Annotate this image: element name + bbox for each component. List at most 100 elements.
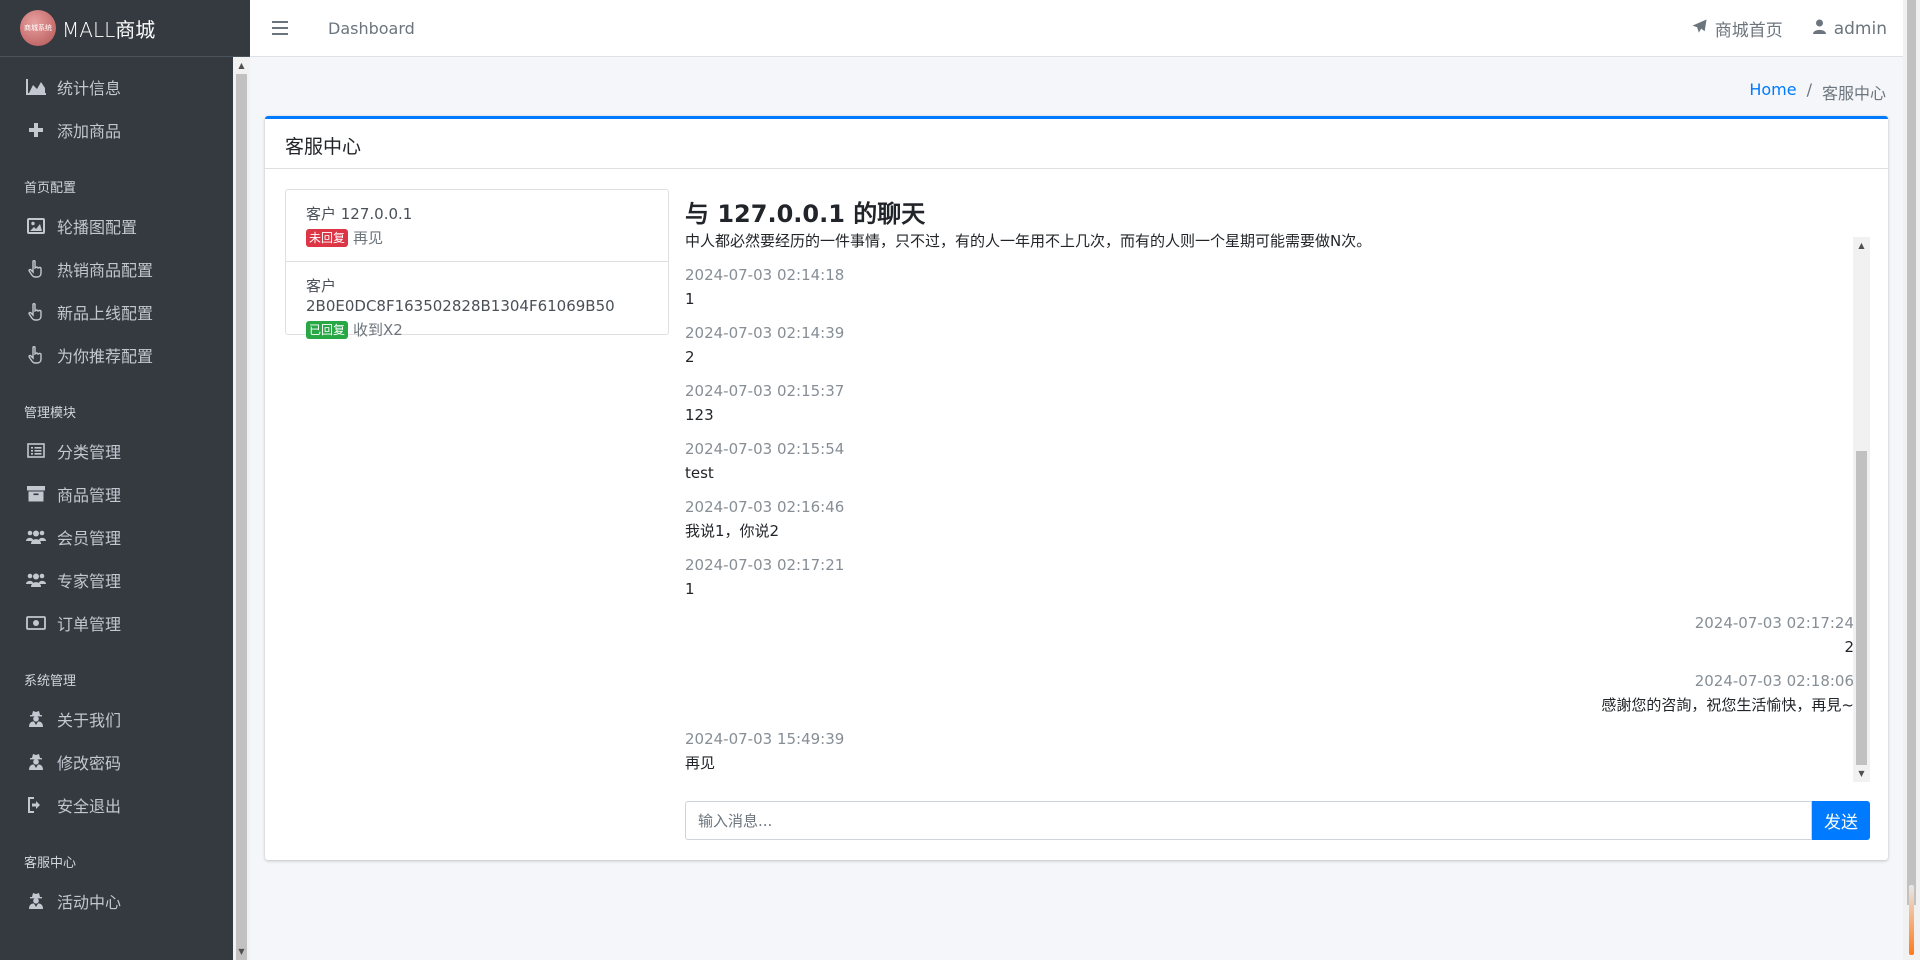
sidebar-item[interactable]: 修改密码 xyxy=(0,740,250,783)
message-text: 感謝您的咨詢，祝您生活愉快，再見~ xyxy=(1601,696,1854,714)
sidebar-section-header: 客服中心 xyxy=(24,856,77,871)
scroll-down-arrow-icon[interactable]: ▼ xyxy=(1853,765,1870,782)
sidebar-scrollbar[interactable]: ▲ ▼ xyxy=(233,57,250,960)
mall-home-label: 商城首页 xyxy=(1714,21,1783,41)
client-name: 客户 127.0.0.1 xyxy=(306,205,413,223)
sidebar-item-label: 关于我们 xyxy=(57,710,122,730)
client-last-message: 收到X2 xyxy=(353,321,403,339)
nav-dashboard-link[interactable]: Dashboard xyxy=(328,19,415,38)
sidebar-menu-scroll: 统计信息 添加商品 首页配置 轮播图配置 热销商品配置 新品上线配置 为你推荐配置 管理模块分… xyxy=(0,57,250,960)
sidebar-item[interactable]: 统计信息 xyxy=(0,65,250,108)
sidebar-item[interactable]: 活动中心 xyxy=(0,879,250,922)
message-timestamp: 2024-07-03 02:15:37 xyxy=(685,382,845,400)
message-input[interactable] xyxy=(685,801,1812,840)
client-last-message: 再见 xyxy=(353,229,384,247)
brand-logo: 商城系统 xyxy=(20,10,56,46)
customer-service-card: 客服中心 客户 127.0.0.1 未回复 再见 客户 2B0E0DC8F163502… xyxy=(265,116,1888,860)
hand-pointer-icon xyxy=(24,302,48,321)
user-icon xyxy=(1812,19,1826,38)
sidebar-item[interactable]: 安全退出 xyxy=(0,783,250,826)
send-button[interactable]: 发送 xyxy=(1812,801,1870,840)
message-text: 我说1，你说2 xyxy=(685,522,780,540)
scroll-down-arrow-icon[interactable]: ▼ xyxy=(233,943,250,960)
chat-scrollbar[interactable]: ▲ ▼ xyxy=(1853,237,1870,782)
user-menu[interactable]: admin xyxy=(1812,19,1887,39)
chat-message-sent: 2024-07-03 02:18:06 感謝您的咨詢，祝您生活愉快，再見~ xyxy=(685,671,1854,715)
plus-icon xyxy=(24,122,48,137)
sidebar-item[interactable]: 添加商品 xyxy=(0,108,250,151)
menu-toggle-icon[interactable] xyxy=(272,21,288,35)
page-scrollbar[interactable] xyxy=(1903,0,1920,960)
sidebar-item-label: 分类管理 xyxy=(57,442,122,462)
reply-status-badge: 未回复 xyxy=(306,228,349,247)
chat-messages[interactable]: 中人都必然要经历的一件事情，只不过，有的人一年用不上几次，而有的人则一个星期可能… xyxy=(685,231,1874,782)
sidebar-item[interactable]: 订单管理 xyxy=(0,601,250,644)
user-secret-icon xyxy=(24,753,48,770)
message-text: 再见 xyxy=(685,754,716,772)
hand-pointer-icon xyxy=(24,345,48,364)
chat-message-received: 2024-07-03 02:14:18 1 xyxy=(685,265,1854,309)
sidebar-section-header: 管理模块 xyxy=(24,406,77,421)
sidebar-item-label: 添加商品 xyxy=(57,121,122,141)
breadcrumb-home-link[interactable]: Home xyxy=(1749,80,1796,104)
chat-message-received: 2024-07-03 02:17:21 1 xyxy=(685,555,1854,599)
breadcrumb: Home / 客服中心 xyxy=(1749,80,1886,104)
message-timestamp: 2024-07-03 02:17:21 xyxy=(685,556,845,574)
users-icon xyxy=(24,529,48,544)
sidebar-item[interactable]: 热销商品配置 xyxy=(0,247,250,290)
sidebar-menu: 统计信息 添加商品 首页配置 轮播图配置 热销商品配置 新品上线配置 为你推荐配置 管理模块分… xyxy=(0,57,250,922)
sidebar-item[interactable]: 轮播图配置 xyxy=(0,204,250,247)
client-summary: 未回复 再见 xyxy=(306,227,648,248)
sidebar-item[interactable]: 商品管理 xyxy=(0,472,250,515)
chat-message-text: 中人都必然要经历的一件事情，只不过，有的人一年用不上几次，而有的人则一个星期可能… xyxy=(685,232,1372,250)
sign-out-icon xyxy=(24,796,48,813)
sidebar-item-label: 热销商品配置 xyxy=(57,260,154,280)
scroll-indicator xyxy=(1909,885,1914,955)
mall-home-link[interactable]: 商城首页 xyxy=(1692,16,1783,41)
list-alt-icon xyxy=(24,443,48,458)
sidebar-item[interactable]: 关于我们 xyxy=(0,697,250,740)
client-list: 客户 127.0.0.1 未回复 再见客户 2B0E0DC8F163502828B1… xyxy=(285,189,669,339)
user-secret-icon xyxy=(24,710,48,727)
client-list-item[interactable]: 客户 127.0.0.1 未回复 再见 xyxy=(286,190,668,262)
client-summary: 已回复 收到X2 xyxy=(306,319,648,340)
user-secret-icon xyxy=(24,892,48,909)
scroll-up-arrow-icon[interactable]: ▲ xyxy=(1853,237,1870,254)
sidebar-item-label: 商品管理 xyxy=(57,485,122,505)
sidebar-item-label: 专家管理 xyxy=(57,571,122,591)
page-scrollbar-thumb[interactable] xyxy=(1907,0,1916,905)
chat-message-received: 2024-07-03 02:15:54 test xyxy=(685,439,1854,483)
sidebar-item-label: 订单管理 xyxy=(57,614,122,634)
scrollbar-thumb[interactable] xyxy=(1856,451,1867,765)
sidebar: 商城系统 MALL商城 统计信息 添加商品 首页配置 轮播图配置 热销商品配置 新品上线配… xyxy=(0,0,250,960)
sidebar-item-label: 修改密码 xyxy=(57,753,122,773)
scroll-up-arrow-icon[interactable]: ▲ xyxy=(233,57,250,74)
money-bill-icon xyxy=(24,615,48,630)
image-icon xyxy=(24,217,48,234)
chat-message-received: 2024-07-03 02:14:39 2 xyxy=(685,323,1854,367)
scrollbar-thumb[interactable] xyxy=(236,74,247,960)
archive-icon xyxy=(24,485,48,502)
brand-link[interactable]: 商城系统 MALL商城 xyxy=(0,0,250,57)
breadcrumb-current: 客服中心 xyxy=(1821,84,1886,103)
sidebar-item[interactable]: 专家管理 xyxy=(0,558,250,601)
area-chart-icon xyxy=(24,78,48,95)
client-list-item[interactable]: 客户 2B0E0DC8F163502828B1304F61069B50 已回复 收到… xyxy=(286,262,668,339)
sidebar-item[interactable]: 会员管理 xyxy=(0,515,250,558)
message-timestamp: 2024-07-03 02:14:18 xyxy=(685,266,845,284)
message-timestamp: 2024-07-03 02:18:06 xyxy=(1694,672,1854,690)
message-text: 1 xyxy=(685,290,695,308)
message-timestamp: 2024-07-03 02:15:54 xyxy=(685,440,845,458)
chat-message-received: 2024-07-03 15:49:39 再见 xyxy=(685,729,1854,773)
message-text: 1 xyxy=(685,580,695,598)
chat-message-sent: 2024-07-03 02:17:24 2 xyxy=(685,613,1854,657)
sidebar-item-label: 新品上线配置 xyxy=(57,303,154,323)
sidebar-item[interactable]: 分类管理 xyxy=(0,429,250,472)
top-navbar: Dashboard 商城首页 admin xyxy=(250,0,1903,57)
sidebar-item[interactable]: 为你推荐配置 xyxy=(0,333,250,376)
sidebar-item-label: 安全退出 xyxy=(57,796,122,816)
paper-plane-icon xyxy=(1692,19,1707,38)
sidebar-item[interactable]: 新品上线配置 xyxy=(0,290,250,333)
brand-name: MALL商城 xyxy=(62,17,156,42)
navbar-right: 商城首页 admin xyxy=(1662,0,1887,57)
